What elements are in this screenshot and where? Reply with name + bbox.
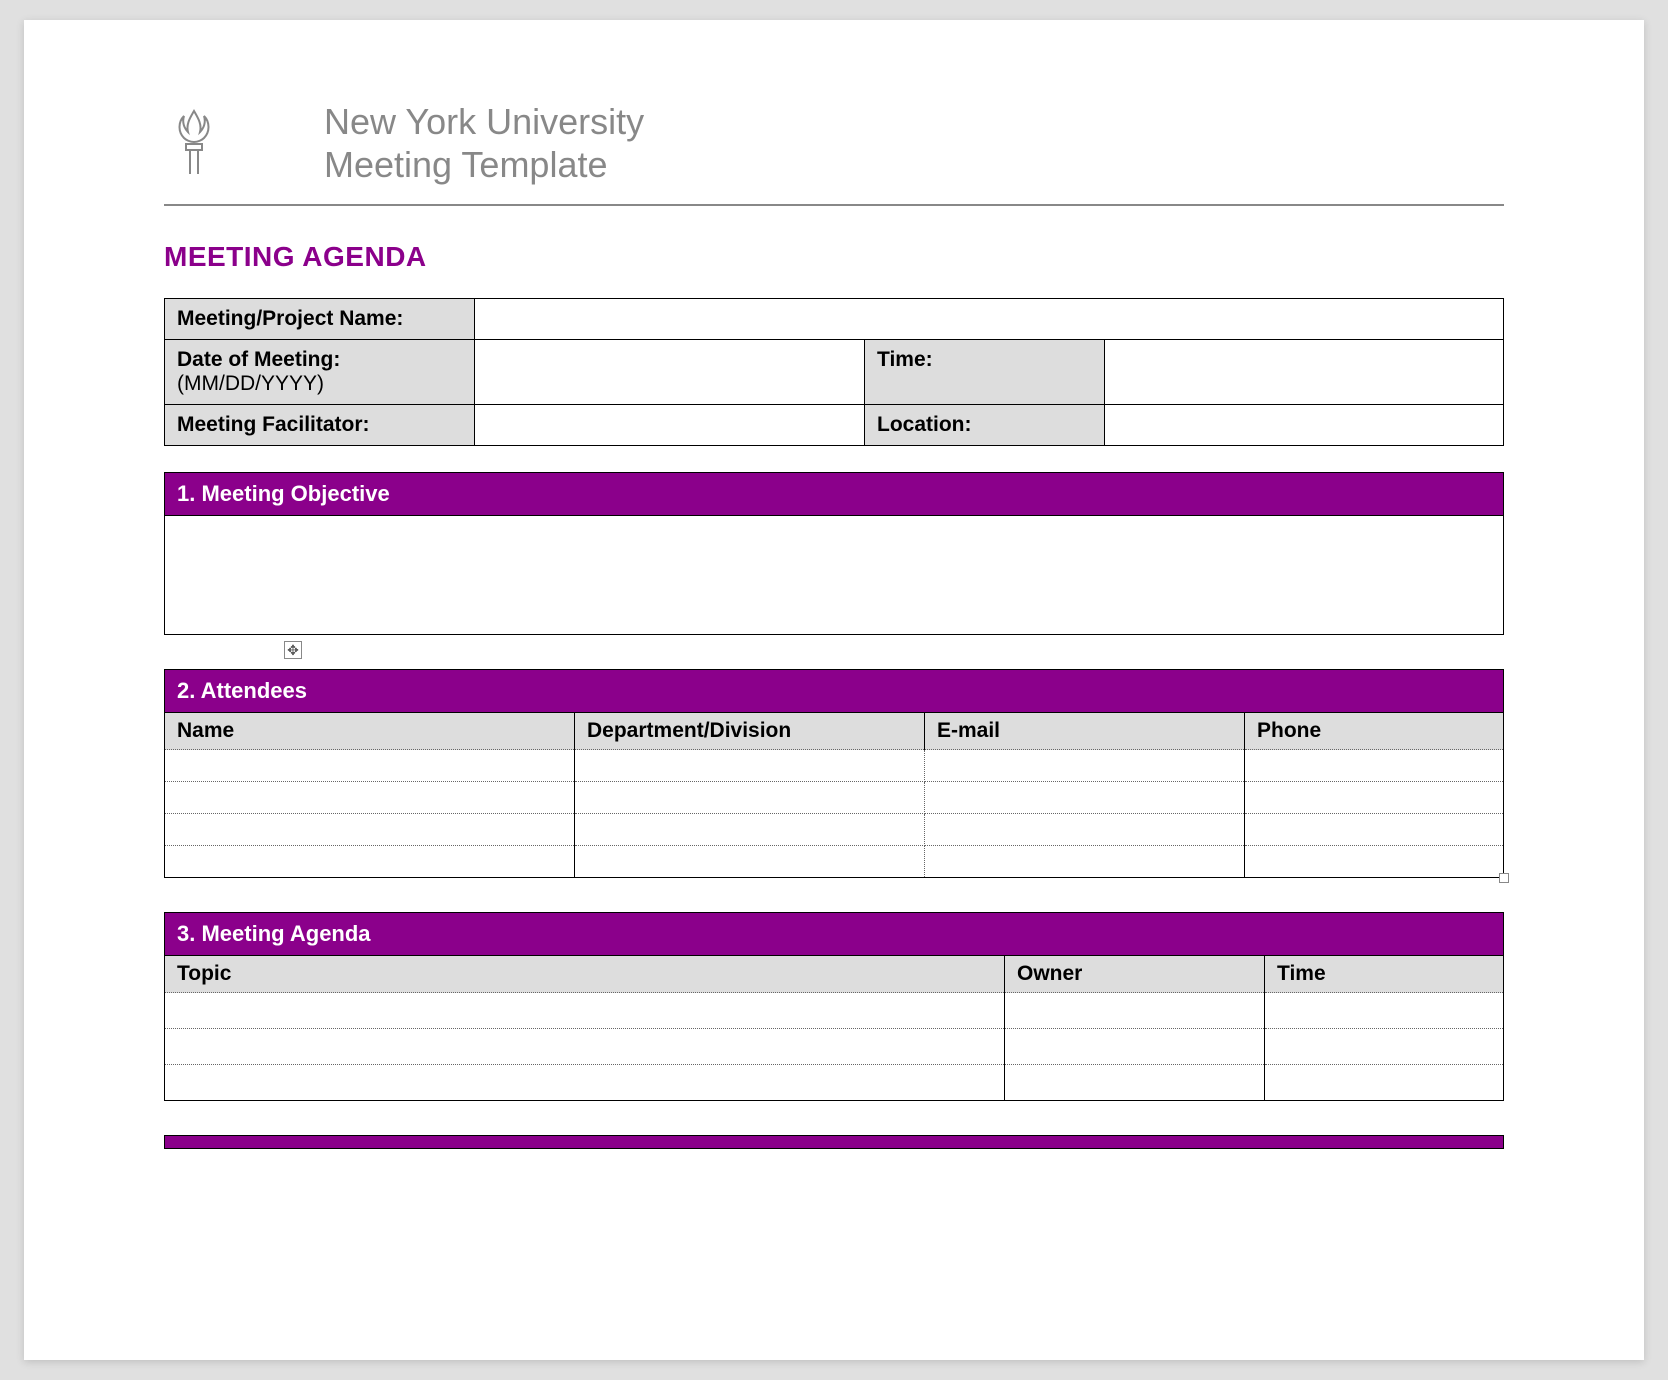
attendee-phone[interactable] <box>1245 782 1504 814</box>
attendee-name[interactable] <box>165 814 575 846</box>
location-value[interactable] <box>1105 405 1504 446</box>
section-attendees-header: 2. Attendees <box>164 669 1504 712</box>
section-agenda: 3. Meeting Agenda Topic Owner Time <box>164 912 1504 1101</box>
date-value[interactable] <box>475 340 865 405</box>
facilitator-label: Meeting Facilitator: <box>165 405 475 446</box>
agenda-time[interactable] <box>1265 993 1504 1029</box>
header-line1: New York University <box>324 101 644 142</box>
header-title: New York University Meeting Template <box>324 100 644 186</box>
section-agenda-header: 3. Meeting Agenda <box>164 912 1504 955</box>
attendee-email[interactable] <box>925 750 1245 782</box>
agenda-topic[interactable] <box>165 1029 1005 1065</box>
col-owner: Owner <box>1005 956 1265 993</box>
col-dept: Department/Division <box>575 713 925 750</box>
meeting-agenda-title: MEETING AGENDA <box>164 241 1504 273</box>
meeting-info-table: Meeting/Project Name: Date of Meeting: (… <box>164 298 1504 446</box>
project-name-value[interactable] <box>475 299 1504 340</box>
col-topic: Topic <box>165 956 1005 993</box>
page-header: New York University Meeting Template <box>164 100 1504 206</box>
location-label: Location: <box>865 405 1105 446</box>
document-page: New York University Meeting Template MEE… <box>24 20 1644 1360</box>
section-attendees: 2. Attendees Name Department/Division E-… <box>164 669 1504 878</box>
table-anchor-icon[interactable]: ✥ <box>284 641 302 659</box>
attendee-phone[interactable] <box>1245 750 1504 782</box>
time-label: Time: <box>865 340 1105 405</box>
attendee-email[interactable] <box>925 814 1245 846</box>
date-format-text: (MM/DD/YYYY) <box>177 372 324 395</box>
col-email: E-mail <box>925 713 1245 750</box>
agenda-topic[interactable] <box>165 993 1005 1029</box>
section-objective-header: 1. Meeting Objective <box>164 472 1504 515</box>
agenda-topic[interactable] <box>165 1065 1005 1101</box>
col-name: Name <box>165 713 575 750</box>
header-line2: Meeting Template <box>324 144 608 185</box>
nyu-torch-logo-icon <box>164 106 224 181</box>
agenda-table: Topic Owner Time <box>164 955 1504 1101</box>
attendee-phone[interactable] <box>1245 814 1504 846</box>
attendee-dept[interactable] <box>575 846 925 878</box>
col-time: Time <box>1265 956 1504 993</box>
section-4-header-partial <box>164 1135 1504 1149</box>
agenda-time[interactable] <box>1265 1065 1504 1101</box>
attendee-dept[interactable] <box>575 782 925 814</box>
attendee-dept[interactable] <box>575 814 925 846</box>
attendee-email[interactable] <box>925 782 1245 814</box>
col-phone: Phone <box>1245 713 1504 750</box>
agenda-owner[interactable] <box>1005 1029 1265 1065</box>
facilitator-value[interactable] <box>475 405 865 446</box>
attendee-name[interactable] <box>165 750 575 782</box>
agenda-owner[interactable] <box>1005 993 1265 1029</box>
date-label-text: Date of Meeting: <box>177 348 340 371</box>
agenda-time[interactable] <box>1265 1029 1504 1065</box>
attendee-dept[interactable] <box>575 750 925 782</box>
attendee-name[interactable] <box>165 782 575 814</box>
date-label: Date of Meeting: (MM/DD/YYYY) <box>165 340 475 405</box>
attendee-phone[interactable] <box>1245 846 1504 878</box>
attendee-email[interactable] <box>925 846 1245 878</box>
section-objective-body[interactable] <box>164 515 1504 635</box>
attendee-name[interactable] <box>165 846 575 878</box>
table-resize-handle-icon[interactable] <box>1499 873 1509 883</box>
time-value[interactable] <box>1105 340 1504 405</box>
project-name-label: Meeting/Project Name: <box>165 299 475 340</box>
attendees-table: Name Department/Division E-mail Phone <box>164 712 1504 878</box>
agenda-owner[interactable] <box>1005 1065 1265 1101</box>
